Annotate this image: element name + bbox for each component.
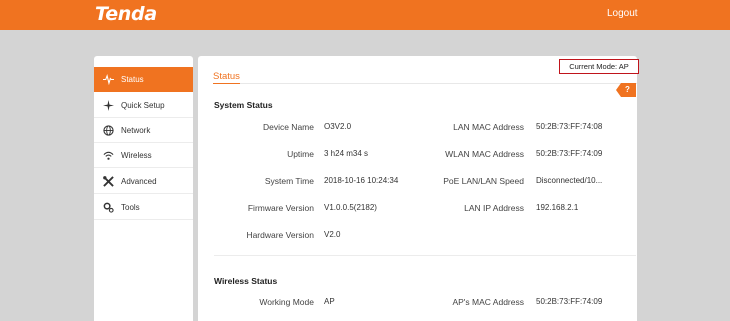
firmware-version-label: Firmware Version — [247, 203, 314, 213]
uptime-value: 3 h24 m34 s — [324, 149, 369, 158]
system-time-label: System Time — [264, 176, 314, 186]
wlan-mac-value: 50:2B:73:FF:74:09 — [536, 149, 603, 158]
sidebar-item-label: Quick Setup — [121, 101, 165, 110]
device-name-value: O3V2.0 — [324, 122, 352, 131]
lan-ip-label: LAN IP Address — [464, 203, 524, 213]
poe-lan-speed-label: PoE LAN/LAN Speed — [443, 176, 524, 186]
lan-mac-value: 50:2B:73:FF:74:08 — [536, 122, 603, 131]
logout-link[interactable]: Logout — [607, 8, 638, 19]
sidebar-item-label: Advanced — [121, 177, 157, 186]
help-button[interactable]: ? — [616, 83, 636, 97]
lan-ip-value: 192.168.2.1 — [536, 203, 579, 212]
hardware-version-value: V2.0 — [324, 230, 341, 239]
system-status-title: System Status — [214, 100, 273, 110]
globe-icon — [103, 125, 114, 136]
current-mode-badge: Current Mode: AP — [559, 59, 639, 74]
sidebar-item-label: Network — [121, 126, 151, 135]
wlan-mac-label: WLAN MAC Address — [445, 149, 524, 159]
quick-setup-icon — [103, 100, 114, 111]
firmware-version-value: V1.0.0.5(2182) — [324, 203, 377, 212]
sidebar-item-label: Wireless — [121, 151, 152, 160]
device-name-label: Device Name — [262, 122, 314, 132]
main-panel: Status Current Mode: AP ? System Status … — [198, 56, 639, 321]
working-mode-label: Working Mode — [259, 297, 314, 307]
wireless-status-title: Wireless Status — [214, 276, 278, 286]
working-mode-value: AP — [324, 297, 335, 306]
lan-mac-label: LAN MAC Address — [453, 122, 524, 132]
section-divider — [214, 255, 636, 256]
tab-status[interactable]: Status — [213, 71, 240, 84]
gear-icon — [103, 202, 114, 213]
sidebar-item-status[interactable]: Status — [94, 67, 193, 92]
sidebar: Status Quick Setup Network Wireless Adva… — [94, 56, 193, 321]
wifi-icon — [103, 150, 114, 161]
ap-mac-value: 50:2B:73:FF:74:09 — [536, 297, 603, 306]
sidebar-item-label: Tools — [121, 203, 140, 212]
sidebar-item-quick-setup[interactable]: Quick Setup — [94, 93, 193, 118]
tools-icon — [103, 176, 114, 187]
top-bar: Tenda Logout — [0, 0, 730, 30]
hardware-version-label: Hardware Version — [246, 230, 314, 240]
pulse-icon — [103, 74, 114, 85]
tenda-logo: Tenda — [95, 3, 157, 25]
uptime-label: Uptime — [287, 149, 314, 159]
poe-lan-speed-value: Disconnected/10... — [536, 176, 603, 185]
ap-mac-label: AP's MAC Address — [452, 297, 524, 307]
tab-underline — [213, 83, 637, 84]
sidebar-item-label: Status — [121, 75, 144, 84]
